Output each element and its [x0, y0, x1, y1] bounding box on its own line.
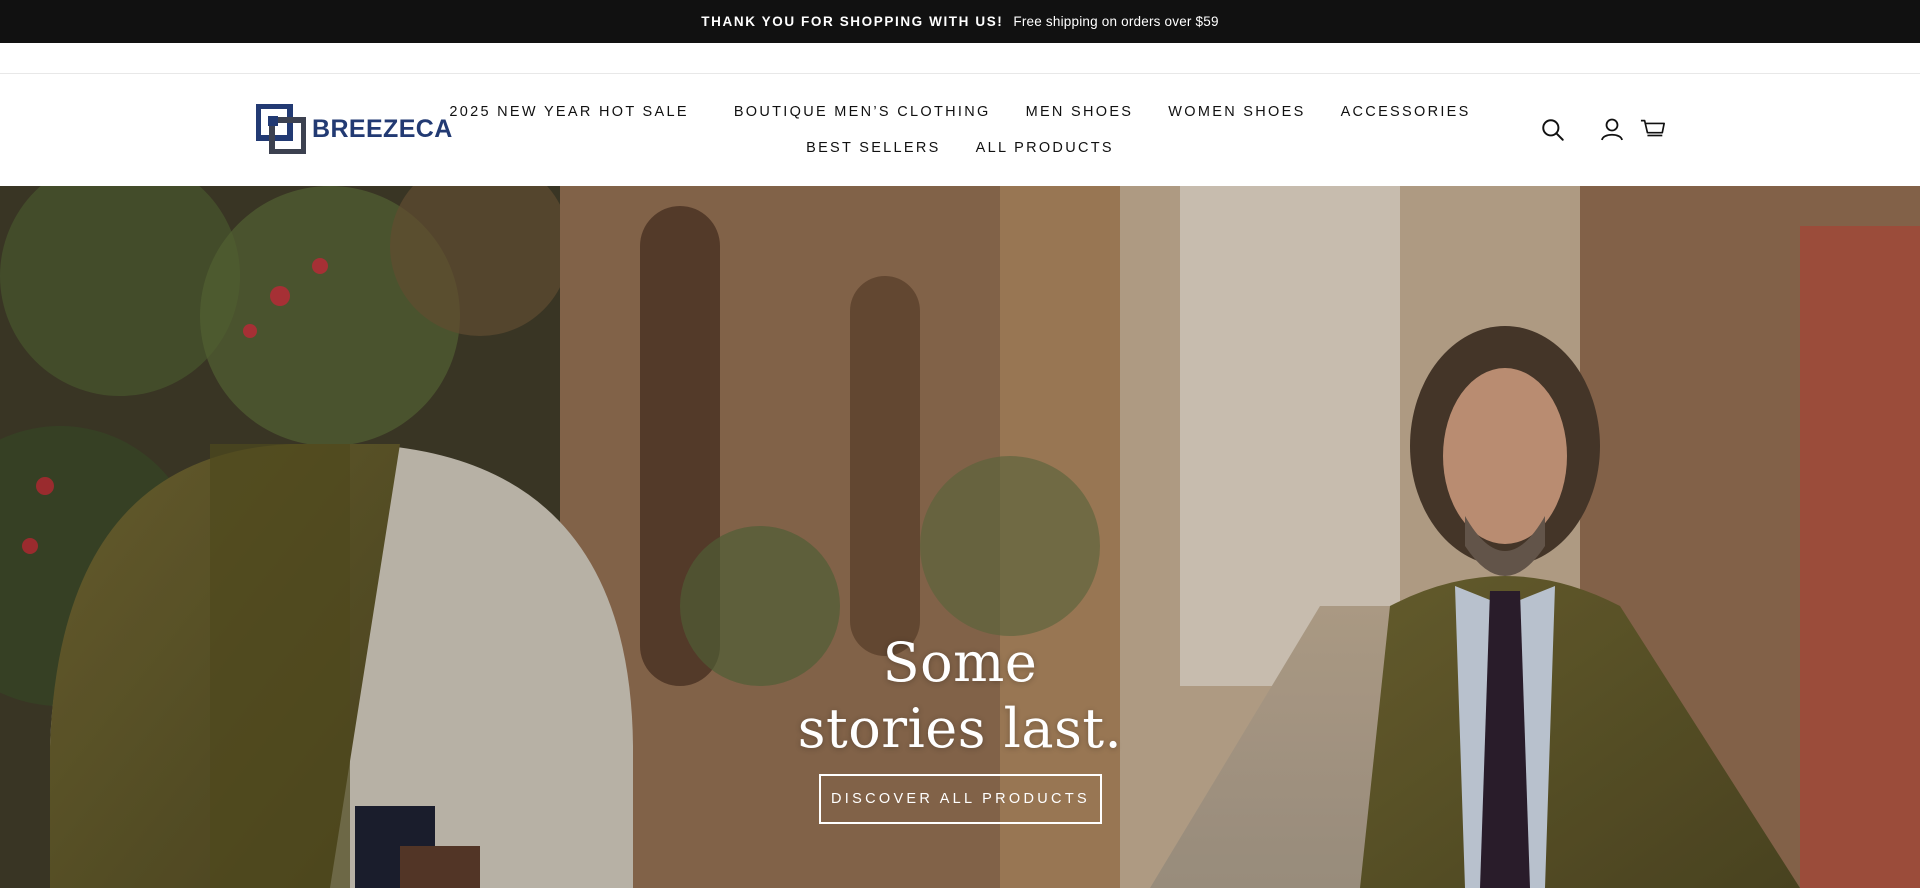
nav-item-accessories[interactable]: ACCESSORIES: [1341, 104, 1471, 120]
discover-all-products-button[interactable]: DISCOVER ALL PRODUCTS: [819, 774, 1102, 824]
search-icon[interactable]: [1540, 117, 1564, 141]
nav-row-1: 2025 NEW YEAR HOT SALE BOUTIQUE MEN’S CL…: [449, 94, 1468, 130]
nav-item-all-products[interactable]: ALL PRODUCTS: [976, 140, 1114, 156]
logo[interactable]: BREEZECA: [256, 104, 453, 154]
hero-title-wrap: Some stories last.: [0, 630, 1920, 762]
account-icon[interactable]: [1599, 116, 1625, 142]
header-spacer: [0, 43, 1920, 74]
nav-item-best-sellers[interactable]: BEST SELLERS: [806, 140, 941, 156]
hero-title-line-2: stories last.: [797, 697, 1123, 760]
logo-text: BREEZECA: [312, 114, 453, 143]
nav-item-women-shoes[interactable]: WOMEN SHOES: [1168, 104, 1305, 120]
nav-item-men-shoes[interactable]: MEN SHOES: [1026, 104, 1134, 120]
announcement-subtext: Free shipping on orders over $59: [1013, 14, 1219, 29]
nav-item-hot-sale[interactable]: 2025 NEW YEAR HOT SALE: [449, 104, 688, 120]
announcement-headline: THANK YOU FOR SHOPPING WITH US!: [701, 14, 1004, 29]
logo-mark-icon: [256, 104, 306, 154]
main-nav: 2025 NEW YEAR HOT SALE BOUTIQUE MEN’S CL…: [449, 94, 1468, 166]
nav-row-2: BEST SELLERS ALL PRODUCTS: [480, 130, 1440, 166]
announcement-bar: THANK YOU FOR SHOPPING WITH US! Free shi…: [0, 0, 1920, 43]
nav-item-mens-clothing[interactable]: BOUTIQUE MEN’S CLOTHING: [734, 104, 991, 120]
hero-banner: Some stories last. DISCOVER ALL PRODUCTS: [0, 186, 1920, 888]
hero-title-line-1: Some: [882, 631, 1038, 694]
site-header: BREEZECA 2025 NEW YEAR HOT SALE BOUTIQUE…: [0, 74, 1920, 186]
cart-icon[interactable]: [1640, 116, 1668, 142]
